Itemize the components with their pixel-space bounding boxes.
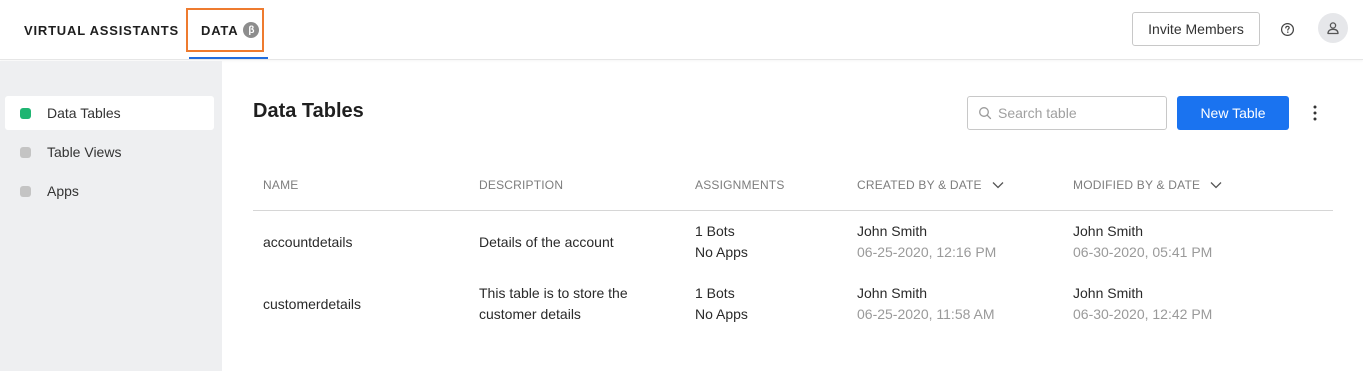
tab-label: VIRTUAL ASSISTANTS [24,22,180,38]
description-line: This table is to store the [479,285,628,301]
modified-by: John Smith [1073,285,1144,301]
column-header-name: NAME [263,178,298,192]
search-icon [979,107,992,120]
chevron-down-icon [1210,182,1222,189]
column-header-modified[interactable]: MODIFIED BY & DATE [1073,178,1222,192]
column-header-label: DESCRIPTION [479,178,564,192]
beta-badge: β [243,22,260,38]
apps-count: No Apps [695,244,748,260]
table-cell-assignments: 1 Bots No Apps [695,221,748,263]
apps-count: No Apps [695,306,748,322]
description-line: customer details [479,306,581,322]
sidebar: Data Tables Table Views Apps [0,61,222,371]
column-header-assignments: ASSIGNMENTS [695,178,785,192]
modified-date: 06-30-2020, 12:42 PM [1073,306,1213,322]
more-vertical-icon[interactable] [1306,103,1324,123]
description-line: Details of the account [479,234,614,250]
status-dot [20,146,31,158]
table-cell-modified: John Smith 06-30-2020, 05:41 PM [1073,221,1212,263]
table-cell-description: Details of the account [479,232,614,253]
created-by: John Smith [857,223,928,239]
table-cell-created: John Smith 06-25-2020, 12:16 PM [857,221,996,263]
sidebar-item-apps[interactable]: Apps [5,174,214,208]
sidebar-item-label: Table Views [47,144,122,160]
bots-count: 1 Bots [695,223,735,239]
created-by: John Smith [857,285,928,301]
page-title: Data Tables [253,100,364,122]
sidebar-item-label: Apps [47,183,79,199]
search-input[interactable] [998,105,1158,121]
column-header-label: NAME [263,178,299,192]
column-header-label: CREATED BY & DATE [857,178,982,192]
top-navbar: VIRTUAL ASSISTANTS DATA β Invite Members [0,0,1363,60]
invite-members-button[interactable]: Invite Members [1132,12,1260,46]
created-date: 06-25-2020, 11:58 AM [857,306,995,322]
created-date: 06-25-2020, 12:16 PM [857,244,997,260]
table-cell-assignments: 1 Bots No Apps [695,283,748,325]
user-icon [1327,22,1339,35]
status-dot [20,185,31,197]
table-cell-name: accountdetails [263,234,353,250]
table-cell-description: This table is to store the customer deta… [479,283,628,325]
active-tab-indicator [189,57,268,59]
column-header-created[interactable]: CREATED BY & DATE [857,178,1004,192]
sidebar-item-table-views[interactable]: Table Views [5,135,214,169]
sidebar-item-label: Data Tables [47,105,121,121]
chevron-down-icon [992,182,1004,189]
search-box[interactable] [967,96,1167,130]
tab-data[interactable]: DATA β [201,0,260,60]
sidebar-item-data-tables[interactable]: Data Tables [5,96,214,130]
table-header-divider [253,210,1333,211]
modified-by: John Smith [1073,223,1144,239]
status-dot [20,107,31,119]
bots-count: 1 Bots [695,285,735,301]
column-header-label: MODIFIED BY & DATE [1073,178,1201,192]
table-row[interactable]: customerdetails This table is to store t… [253,282,1333,342]
column-header-label: ASSIGNMENTS [695,178,785,192]
table-cell-name: customerdetails [263,296,362,312]
table-row[interactable]: accountdetails Details of the account 1 … [253,220,1333,280]
avatar[interactable] [1318,13,1348,43]
table-cell-modified: John Smith 06-30-2020, 12:42 PM [1073,283,1212,325]
table-cell-created: John Smith 06-25-2020, 11:58 AM [857,283,995,325]
column-header-description: DESCRIPTION [479,178,563,192]
modified-date: 06-30-2020, 05:41 PM [1073,244,1213,260]
tab-virtual-assistants[interactable]: VIRTUAL ASSISTANTS [24,0,179,60]
new-table-button[interactable]: New Table [1177,96,1289,130]
question-circle-icon[interactable] [1280,22,1295,37]
tab-label: DATA [201,22,239,38]
